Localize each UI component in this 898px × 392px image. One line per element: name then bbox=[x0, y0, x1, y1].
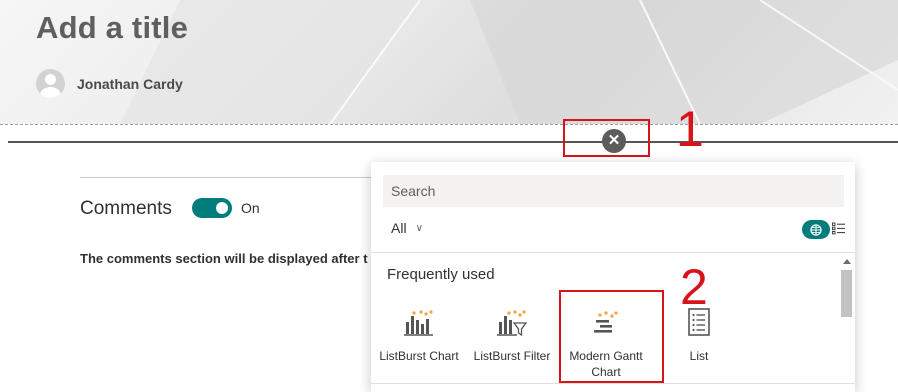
page-header-banner: Add a title Jonathan Cardy bbox=[0, 0, 898, 124]
comments-toggle-state: On bbox=[241, 200, 260, 216]
annotation-number-1: 1 bbox=[676, 101, 704, 157]
section-boundary-dashed bbox=[0, 124, 898, 125]
comments-toggle[interactable] bbox=[192, 198, 232, 218]
chart-filter-icon bbox=[497, 310, 527, 336]
tile-label: ListBurst Chart bbox=[379, 349, 459, 363]
annotation-box-2 bbox=[559, 290, 664, 383]
annotation-box-1 bbox=[563, 119, 650, 157]
frequently-used-heading: Frequently used bbox=[387, 266, 495, 283]
comments-note: The comments section will be displayed a… bbox=[80, 251, 368, 266]
author-name: Jonathan Cardy bbox=[77, 75, 183, 92]
toolbox-search-input[interactable] bbox=[383, 175, 844, 207]
chevron-down-icon: ∨ bbox=[415, 222, 423, 234]
tiles-row-divider bbox=[371, 383, 855, 384]
toolbox-divider bbox=[371, 252, 855, 253]
category-filter-dropdown[interactable]: All ∨ bbox=[391, 220, 423, 236]
tile-listburst-filter[interactable]: ListBurst Filter bbox=[464, 302, 560, 364]
author-byline: Jonathan Cardy bbox=[36, 69, 183, 98]
grid-view-button[interactable] bbox=[802, 220, 830, 239]
comments-heading: Comments bbox=[80, 198, 172, 219]
scrollbar-thumb[interactable] bbox=[841, 270, 852, 317]
avatar bbox=[36, 69, 65, 98]
annotation-number-2: 2 bbox=[680, 259, 708, 315]
tile-listburst-chart[interactable]: ListBurst Chart bbox=[371, 302, 467, 364]
add-section-divider bbox=[8, 141, 898, 143]
list-view-button[interactable] bbox=[832, 222, 846, 240]
scroll-up-arrow-icon[interactable] bbox=[843, 259, 851, 264]
grid-icon bbox=[810, 223, 822, 236]
bar-chart-icon bbox=[404, 310, 433, 336]
page-title[interactable]: Add a title bbox=[36, 10, 188, 46]
tile-label: List bbox=[689, 349, 709, 363]
tile-label: ListBurst Filter bbox=[473, 349, 551, 363]
list-view-icon bbox=[832, 222, 845, 235]
comments-divider bbox=[80, 177, 380, 178]
category-filter-value: All bbox=[391, 220, 407, 236]
